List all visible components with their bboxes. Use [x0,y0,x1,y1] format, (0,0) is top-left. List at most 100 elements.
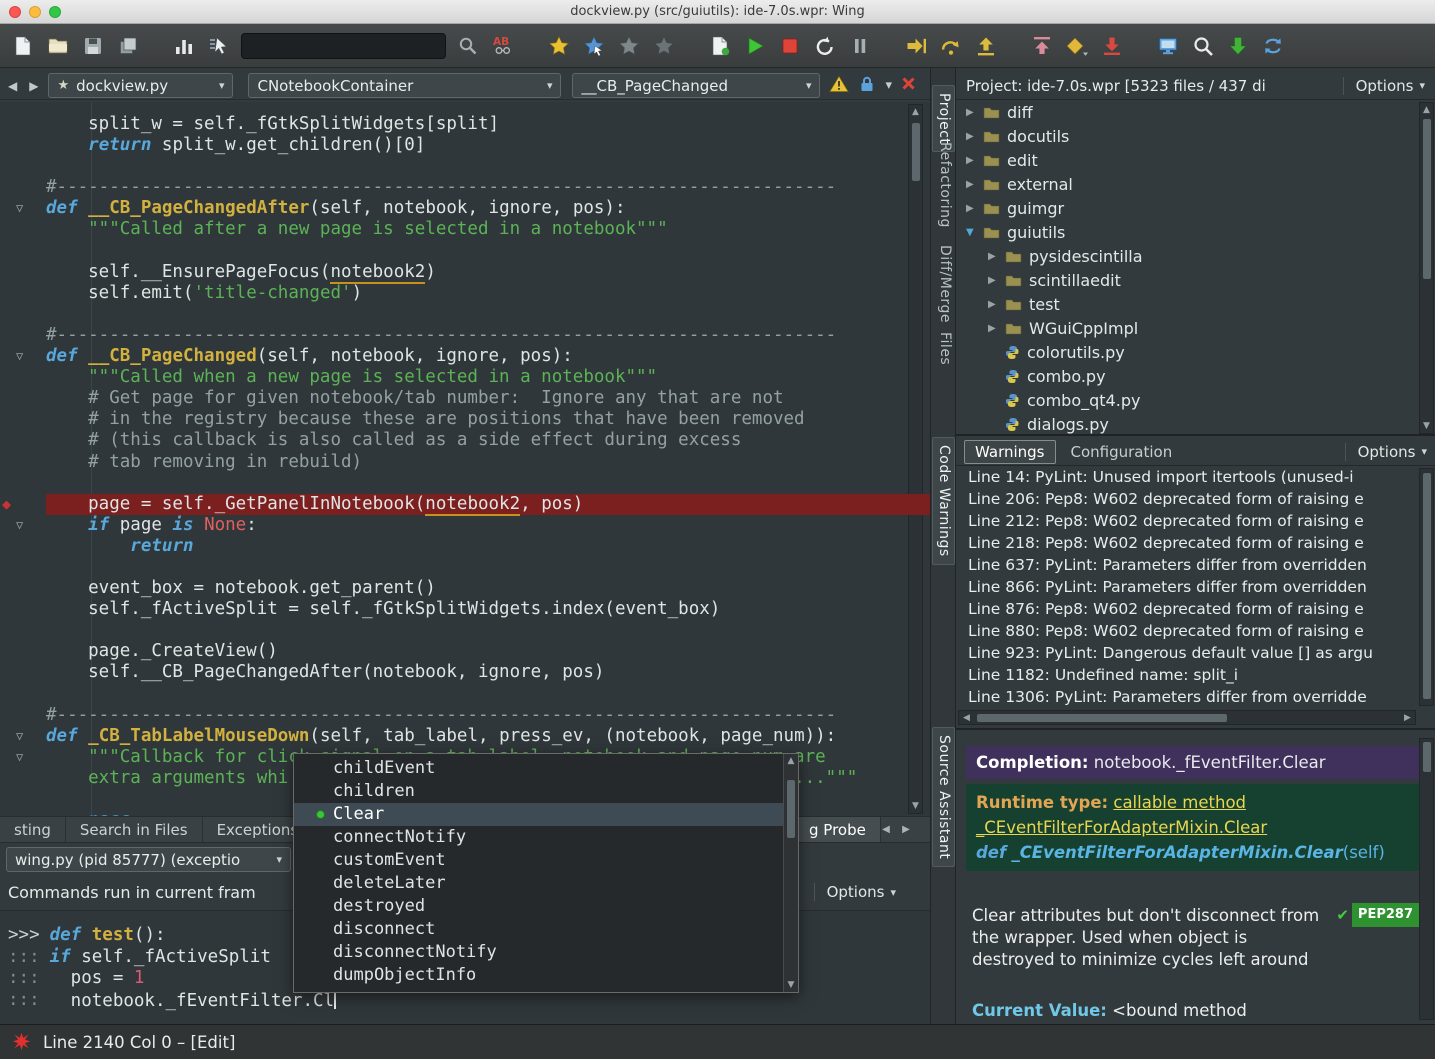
runtime-symbol-link[interactable]: _CEventFilterForAdapterMixin.Clear [976,818,1267,837]
tree-item[interactable]: ▶scintillaedit [956,268,1418,292]
spelling-ab-icon[interactable]: AB [490,33,516,59]
warning-item[interactable]: Line 880: Pep8: W602 deprecated form of … [956,620,1418,642]
code-line[interactable]: event_box = notebook.get_parent() [0,578,930,599]
tree-item[interactable]: ▶diff [956,100,1418,124]
fold-toggle-icon[interactable]: ▽ [0,198,46,219]
warnings-vertical-scrollbar[interactable] [1419,468,1434,706]
code-line[interactable]: self.emit('title-changed') [0,283,930,304]
assistant-vertical-scrollbar[interactable] [1419,738,1434,1020]
code-line[interactable]: # (this callback is also called as a sid… [0,430,930,451]
expand-icon[interactable]: ▶ [966,179,983,190]
completion-item[interactable]: children [294,780,784,803]
tree-item[interactable]: ▶docutils [956,124,1418,148]
completion-item[interactable]: deleteLater [294,872,784,895]
fold-toggle-icon[interactable]: ▽ [0,726,46,747]
project-vertical-scrollbar[interactable]: ▲ ▼ [1419,102,1434,434]
warning-item[interactable]: Line 923: PyLint: Dangerous default valu… [956,642,1418,664]
sync-icon[interactable] [1260,33,1286,59]
minimize-window-button[interactable] [29,6,41,18]
code-line[interactable]: self._fActiveSplit = self._fGtkSplitWidg… [0,599,930,620]
bookmark-next-icon[interactable] [651,33,677,59]
bookmark-prev-icon[interactable] [616,33,642,59]
step-into-icon[interactable] [903,33,929,59]
scrollbar-thumb[interactable] [977,714,1227,722]
code-line[interactable] [0,684,930,705]
breakpoint-marker[interactable]: ◆ [0,494,46,515]
code-line[interactable] [0,156,930,177]
fold-toggle-icon[interactable]: ▽ [0,747,46,768]
code-line[interactable]: """Called after a new page is selected i… [0,219,930,240]
code-line[interactable]: ▽def __CB_PageChanged(self, notebook, ig… [0,346,930,367]
profiler-icon[interactable] [171,33,197,59]
code-line[interactable]: #---------------------------------------… [0,705,930,726]
new-file-icon[interactable] [10,33,36,59]
bottom-tab[interactable]: Search in Files [66,817,203,842]
completion-item[interactable]: Clear [294,803,784,826]
run-to-cursor-icon[interactable] [1029,33,1055,59]
save-all-icon[interactable] [115,33,141,59]
lock-icon[interactable] [858,75,876,97]
completion-item[interactable]: disconnectNotify [294,941,784,964]
code-line[interactable] [0,557,930,578]
warning-item[interactable]: Line 1182: Undefined name: split_i [956,664,1418,686]
completion-item[interactable]: disconnect [294,918,784,941]
search-small-icon[interactable] [455,33,481,59]
side-tab-code-warnings[interactable]: Code Warnings [932,437,955,565]
bottom-tab[interactable]: sting [0,817,66,842]
scrollbar-thumb[interactable] [787,780,795,838]
tab-configuration[interactable]: Configuration [1060,440,1184,464]
chevron-down-icon[interactable]: ▾ [885,78,892,93]
code-line[interactable] [0,304,930,325]
warning-triangle-icon[interactable] [829,75,849,97]
side-tab-diff-merge[interactable]: Diff/Merge [932,238,955,330]
code-line[interactable] [0,473,930,494]
expand-icon[interactable]: ▶ [966,155,983,166]
warning-item[interactable]: Line 876: Pep8: W602 deprecated form of … [956,598,1418,620]
code-line[interactable]: return [0,536,930,557]
bookmark-star-icon[interactable] [546,33,572,59]
code-line[interactable]: # tab removing in rebuild) [0,452,930,473]
tree-item[interactable]: ▶edit [956,148,1418,172]
warning-item[interactable]: Line 637: PyLint: Parameters differ from… [956,554,1418,576]
step-over-icon[interactable] [938,33,964,59]
restart-icon[interactable] [812,33,838,59]
breakpoint-menu-icon[interactable] [1064,33,1090,59]
warning-item[interactable]: Line 866: PyLint: Parameters differ from… [956,576,1418,598]
tree-item[interactable]: ▶pysidescintilla [956,244,1418,268]
open-file-icon[interactable] [45,33,71,59]
console-options-button[interactable]: Options ▾ [814,883,896,901]
popup-scrollbar[interactable]: ▲ ▼ [783,754,798,992]
project-options-button[interactable]: Options ▾ [1343,77,1425,95]
code-line[interactable]: self.__EnsurePageFocus(notebook2) [0,262,930,283]
code-line[interactable]: ◆ page = self._GetPanelInNotebook(notebo… [0,494,930,515]
tree-item[interactable]: ▶WGuiCppImpl [956,316,1418,340]
completion-item[interactable]: destroyed [294,895,784,918]
expand-icon[interactable]: ▶ [966,203,983,214]
expand-icon[interactable]: ▶ [966,131,983,142]
toolbar-search-input[interactable] [241,33,446,59]
side-tab-files[interactable]: Files [932,325,955,372]
code-line[interactable]: ▽ if page is None: [0,515,930,536]
completion-item[interactable]: childEvent [294,757,784,780]
pause-icon[interactable] [847,33,873,59]
method-scope-dropdown[interactable]: __CB_PageChanged ▾ [572,73,820,98]
completion-item[interactable]: customEvent [294,849,784,872]
tree-item[interactable]: combo_qt4.py [956,388,1418,412]
stop-icon[interactable] [777,33,803,59]
warning-item[interactable]: Line 218: Pep8: W602 deprecated form of … [956,532,1418,554]
scroll-left-icon[interactable]: ◀ [959,711,974,724]
bookmark-goto-icon[interactable] [581,33,607,59]
code-line[interactable]: # in the registry because these are posi… [0,409,930,430]
expand-icon[interactable]: ▶ [988,275,1005,286]
new-scratch-icon[interactable] [707,33,733,59]
side-tab-refactoring[interactable]: Refactoring [932,135,955,235]
code-line[interactable]: return split_w.get_children()[0] [0,135,930,156]
debug-console-icon[interactable] [1155,33,1181,59]
completion-item[interactable]: dumpObjectInfo [294,964,784,987]
process-dropdown[interactable]: wing.py (pid 85777) (exceptio ▾ [6,847,291,872]
expand-icon[interactable]: ▶ [988,323,1005,334]
code-line[interactable]: split_w = self._fGtkSplitWidgets[split] [0,114,930,135]
warnings-horizontal-scrollbar[interactable]: ◀ ▶ [958,710,1416,725]
code-line[interactable]: #---------------------------------------… [0,177,930,198]
scroll-up-icon[interactable]: ▲ [784,756,798,766]
